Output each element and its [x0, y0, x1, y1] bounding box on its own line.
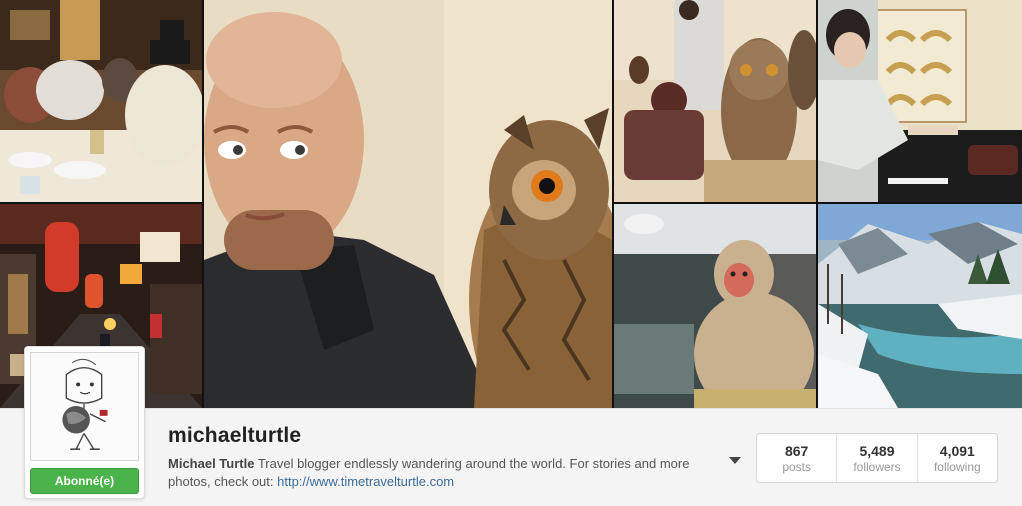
chevron-down-icon[interactable] [727, 453, 743, 465]
profile-bio: Michael Turtle Travel blogger endlessly … [168, 455, 708, 491]
stat-posts[interactable]: 867 posts [757, 434, 838, 482]
stat-posts-value: 867 [784, 442, 809, 459]
follow-button[interactable]: Abonné(e) [30, 468, 139, 494]
photo-tile-owl-cafe[interactable] [614, 0, 816, 202]
stat-following-label: following [933, 459, 981, 474]
avatar-card: Abonné(e) [24, 346, 145, 499]
profile-website-link[interactable]: http://www.timetravelturtle.com [277, 474, 454, 489]
photo-tile-kaiseki[interactable] [818, 0, 1022, 202]
profile-stats: 867 posts 5,489 followers 4,091 followin… [756, 433, 998, 483]
photo-tile-man-with-owl[interactable] [204, 0, 612, 408]
stat-followers-label: followers [853, 459, 901, 474]
avatar[interactable] [30, 352, 139, 461]
photo-mosaic [0, 0, 1022, 408]
photo-tile-izakaya[interactable] [0, 0, 202, 202]
photo-tile-snowy-river[interactable] [818, 204, 1022, 408]
stat-following[interactable]: 4,091 following [918, 434, 997, 482]
profile-full-name: Michael Turtle [168, 456, 255, 471]
photo-tile-snow-monkey[interactable] [614, 204, 816, 408]
profile-username: michaelturtle [168, 424, 302, 447]
stat-followers-value: 5,489 [859, 442, 895, 459]
stat-following-value: 4,091 [939, 442, 975, 459]
stat-posts-label: posts [782, 459, 811, 474]
stat-followers[interactable]: 5,489 followers [837, 434, 918, 482]
